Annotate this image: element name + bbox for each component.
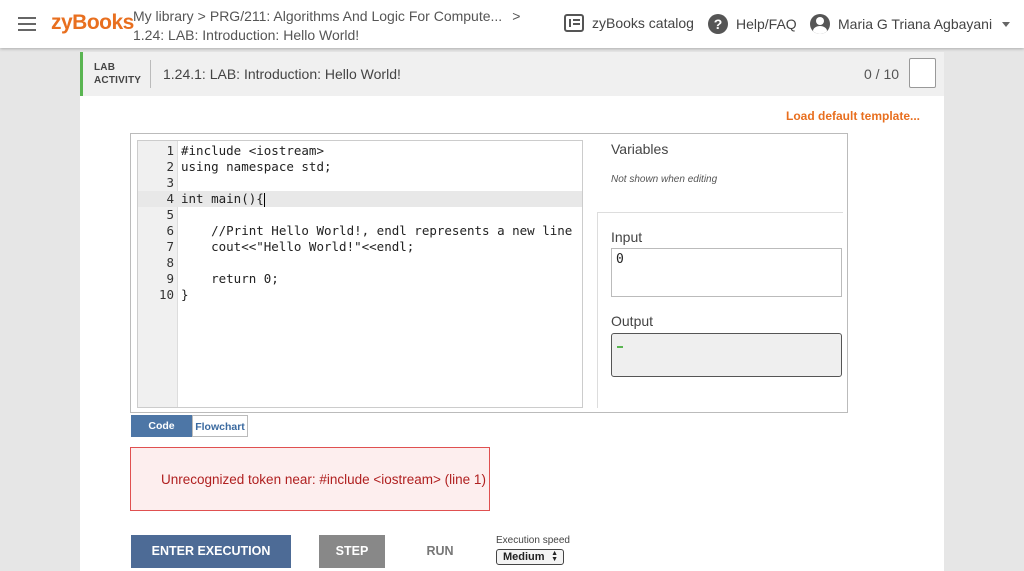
catalog-icon [564,14,584,32]
tab-code[interactable]: Code [131,415,192,437]
code-line[interactable]: 8 [138,255,582,271]
breadcrumb-separator: > [197,8,206,24]
code-editor[interactable]: 1 #include <iostream> 2 using namespace std… [137,140,583,408]
error-message-box: Unrecognized token near: #include <iostr… [130,447,490,511]
activity-title: 1.24.1: LAB: Introduction: Hello World! [163,66,401,82]
enter-execution-button[interactable]: ENTER EXECUTION [131,535,291,568]
code-text: //Print Hello World!, endl represents a … [181,223,573,238]
code-line[interactable]: 7 cout<<"Hello World!"<<endl; [138,239,582,255]
input-label: Input [611,229,643,245]
lab-activity-card: LAB ACTIVITY 1.24.1: LAB: Introduction: … [80,52,944,571]
code-line[interactable]: 5 [138,207,582,223]
tag-line-activity: ACTIVITY [94,75,142,86]
code-text: return 0; [181,271,279,286]
code-text: using namespace std; [181,159,332,174]
text-cursor [263,192,265,207]
catalog-label: zyBooks catalog [592,15,694,31]
breadcrumb-book[interactable]: PRG/211: Algorithms And Logic For Comput… [210,8,502,24]
code-line[interactable]: 4 int main(){ [138,191,582,207]
completion-box [909,58,936,88]
input-field[interactable]: 0 [611,248,842,297]
line-number: 8 [166,255,174,270]
chevron-down-icon[interactable] [1002,21,1011,27]
divider [150,60,151,88]
execution-speed-label: Execution speed [496,535,570,546]
line-number: 3 [166,175,174,190]
help-link[interactable]: ? Help/FAQ [708,14,797,34]
code-line[interactable]: 3 [138,175,582,191]
breadcrumb-chevron-icon[interactable]: > [512,8,520,24]
variables-label: Variables [611,141,669,157]
catalog-link[interactable]: zyBooks catalog [564,14,694,32]
user-name: Maria G Triana Agbayani [838,16,993,32]
code-line[interactable]: 10} [138,287,582,303]
breadcrumb: My library > PRG/211: Algorithms And Logic… [133,7,520,45]
activity-type-tag: LAB ACTIVITY [94,61,141,87]
line-number: 6 [166,223,174,238]
execution-speed-value: Medium [503,551,545,563]
breadcrumb-library[interactable]: My library [133,8,194,24]
step-button[interactable]: STEP [319,535,385,568]
breadcrumb-section: 1.24: LAB: Introduction: Hello World! [133,27,360,43]
variables-placeholder: Not shown when editing [611,174,718,185]
line-number: 2 [166,159,174,174]
tag-line-lab: LAB [94,62,116,73]
load-default-template-link[interactable]: Load default template... [786,109,920,123]
code-line[interactable]: 2 using namespace std; [138,159,582,175]
select-arrows-icon: ▲ ▼ [551,550,558,563]
line-number: 10 [158,287,174,302]
user-menu[interactable]: Maria G Triana Agbayani [810,14,1011,34]
output-cursor [617,346,623,348]
code-text: cout<<"Hello World!"<<endl; [181,239,415,254]
menu-icon[interactable] [18,17,36,31]
error-message: Unrecognized token near: #include <iostr… [161,472,486,487]
panel-vertical-divider [597,212,598,408]
execution-speed-select[interactable]: Medium ▲ ▼ [496,549,564,565]
line-number: 4 [166,191,174,206]
user-avatar-icon [810,14,830,34]
code-line[interactable]: 6 //Print Hello World!, endl represents … [138,223,582,239]
output-label: Output [611,313,654,329]
zybooks-logo[interactable]: zyBooks [51,11,134,35]
line-number: 5 [166,207,174,222]
code-text: #include <iostream> [181,143,324,158]
line-number: 9 [166,271,174,286]
code-line[interactable]: 1 #include <iostream> [138,143,582,159]
output-area [611,333,842,377]
line-number: 7 [166,239,174,254]
coral-frame: 1 #include <iostream> 2 using namespace std… [130,133,848,413]
line-number: 1 [166,143,174,158]
code-text: } [181,287,189,302]
help-label: Help/FAQ [736,16,797,32]
run-button[interactable]: RUN [410,535,470,568]
activity-header: LAB ACTIVITY 1.24.1: LAB: Introduction: … [80,52,944,96]
code-text: int main(){ [181,191,265,207]
code-line[interactable]: 9 return 0; [138,271,582,287]
tab-flowchart[interactable]: Flowchart [192,415,248,437]
score: 0 / 10 [864,66,900,82]
help-icon: ? [708,14,728,34]
top-header: zyBooks My library > PRG/211: Algorithms A… [0,0,1024,48]
panel-divider [597,212,843,213]
